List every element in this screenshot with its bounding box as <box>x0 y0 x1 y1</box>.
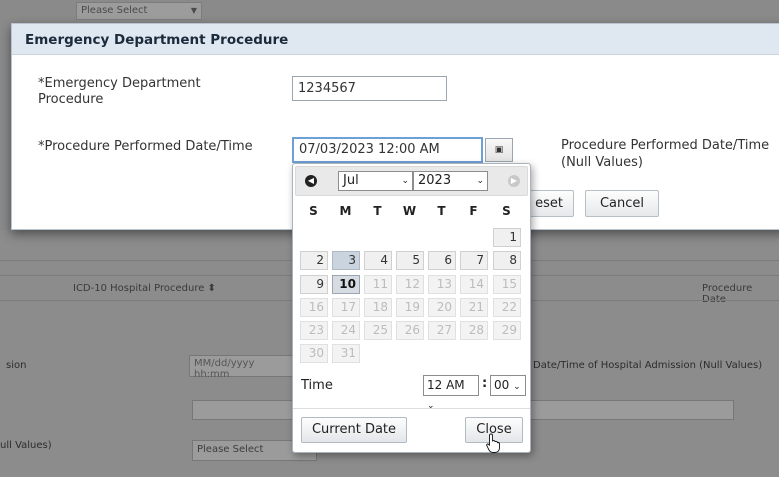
calendar-day: 26 <box>396 321 424 340</box>
datepicker-popup: ◀ Jul ⌄ 2023 ⌄ ▶ SMTWTFS 1 2 3 4 5 6 7 8 9 10 11 12… <box>292 163 531 453</box>
procedure-date-label: *Procedure Performed Date/Time <box>38 139 253 154</box>
year-select[interactable]: 2023 ⌄ <box>413 171 488 191</box>
calendar-day: 21 <box>460 298 488 317</box>
next-month-icon[interactable]: ▶ <box>508 175 520 187</box>
calendar-day: 31 <box>332 344 360 363</box>
calendar-day[interactable]: 3 <box>332 251 360 270</box>
admission-datetime-input[interactable]: MM/dd/yyyy hh:mm <box>189 355 294 380</box>
month-select-value: Jul <box>343 173 359 188</box>
calendar-day: 15 <box>493 275 521 294</box>
calendar-day[interactable]: 4 <box>364 251 392 270</box>
time-separator: : <box>482 376 488 391</box>
calendar-day: 18 <box>364 298 392 317</box>
calendar-day: 28 <box>460 321 488 340</box>
chevron-down-icon: ⌄ <box>401 176 409 186</box>
calendar-day: 23 <box>300 321 328 340</box>
hour-select[interactable]: 12 AM ⌄ <box>423 375 479 411</box>
procedure-date-input[interactable]: 07/03/2023 12:00 AM <box>292 137 483 163</box>
hour-select-value: 12 AM <box>427 378 465 392</box>
calendar-day: 20 <box>428 298 456 317</box>
divider <box>293 408 530 409</box>
calendar-day: 29 <box>493 321 521 340</box>
calendar-day[interactable]: 10 <box>332 275 360 294</box>
calendar-day: 30 <box>300 344 328 363</box>
weekday-label: T <box>437 204 446 218</box>
minute-select-value: 00 <box>494 378 510 392</box>
weekday-label: F <box>469 204 478 218</box>
calendar-day: 19 <box>396 298 424 317</box>
admission-null-label: Date/Time of Hospital Admission (Null Va… <box>533 360 763 371</box>
calendar-day: 22 <box>493 298 521 317</box>
calendar-day: 27 <box>428 321 456 340</box>
background-top-select[interactable]: Please Select ▼ <box>76 2 202 20</box>
calendar-day: 14 <box>460 275 488 294</box>
calendar-day: 24 <box>332 321 360 340</box>
calendar-day[interactable]: 2 <box>300 251 328 270</box>
grid-header-icd10[interactable]: ICD-10 Hospital Procedure ⬍ <box>73 283 216 294</box>
weekday-label: S <box>309 204 318 218</box>
procedure-code-input[interactable]: 1234567 <box>292 76 447 101</box>
calendar-day[interactable]: 8 <box>493 251 521 270</box>
grid-header-procedure-date[interactable]: Procedure Date <box>702 283 779 305</box>
year-select-value: 2023 <box>418 173 452 188</box>
calendar-day: 12 <box>396 275 424 294</box>
admission-label: sion <box>6 360 27 371</box>
hand-cursor-icon <box>486 433 500 453</box>
datepicker-header: ◀ Jul ⌄ 2023 ⌄ ▶ <box>295 166 528 196</box>
chevron-down-icon: ⌄ <box>427 401 435 411</box>
reset-button-label: eset <box>535 196 563 211</box>
calendar-button[interactable]: ▣ <box>485 138 513 162</box>
procedure-label-line2: Procedure <box>38 92 104 107</box>
dialog-title: Emergency Department Procedure <box>12 24 779 55</box>
weekday-label: S <box>502 204 511 218</box>
current-date-button[interactable]: Current Date <box>301 417 407 443</box>
procedure-label-line1: *Emergency Department <box>38 76 201 91</box>
calendar-day: 16 <box>300 298 328 317</box>
calendar-day: 17 <box>332 298 360 317</box>
calendar-icon: ▣ <box>494 145 504 155</box>
weekday-label: M <box>339 204 352 218</box>
procedure-label: *Emergency Department Procedure <box>38 76 201 108</box>
background-top-select-value: Please Select <box>81 5 148 16</box>
null-label-line1: Procedure Performed Date/Time <box>561 138 770 153</box>
calendar-day: 13 <box>428 275 456 294</box>
calendar-day[interactable]: 6 <box>428 251 456 270</box>
chevron-down-icon: ⌄ <box>476 176 484 186</box>
cancel-button[interactable]: Cancel <box>585 190 659 217</box>
minute-select[interactable]: 00 ⌄ <box>490 375 526 396</box>
weekday-label: T <box>373 204 382 218</box>
procedure-date-null-label: Procedure Performed Date/Time (Null Valu… <box>561 137 769 171</box>
null-label-line2: (Null Values) <box>561 155 643 170</box>
calendar-day[interactable]: 5 <box>396 251 424 270</box>
weekday-label: W <box>402 204 417 218</box>
calendar-day: 25 <box>364 321 392 340</box>
chevron-down-icon: ▼ <box>190 6 197 15</box>
calendar-day[interactable]: 9 <box>300 275 328 294</box>
chevron-down-icon: ⌄ <box>513 382 521 392</box>
null-values-label: ull Values) <box>0 440 52 451</box>
prev-month-icon[interactable]: ◀ <box>305 175 317 187</box>
calendar-day[interactable]: 1 <box>493 228 521 247</box>
month-select[interactable]: Jul ⌄ <box>338 171 413 191</box>
time-label: Time <box>301 378 333 393</box>
calendar-day[interactable]: 7 <box>460 251 488 270</box>
calendar-day: 11 <box>364 275 392 294</box>
background-bottom-select-value: Please Select <box>197 444 264 455</box>
